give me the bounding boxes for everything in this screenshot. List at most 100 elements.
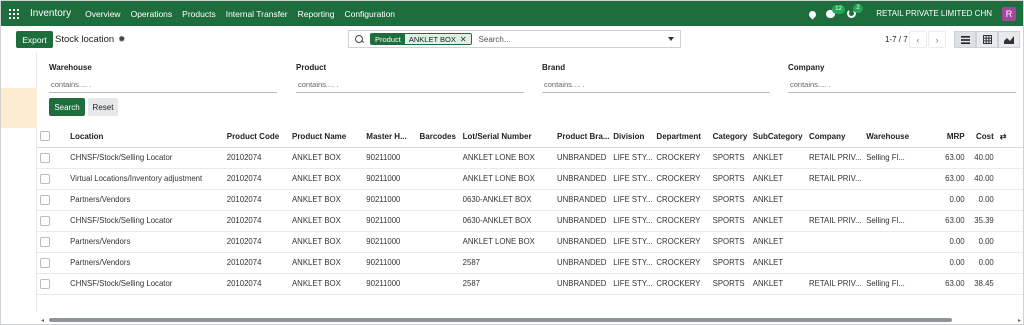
col-mrp[interactable]: MRP	[919, 126, 968, 148]
scroll-left-icon[interactable]: ◂	[41, 317, 44, 324]
left-panel	[1, 53, 37, 312]
cell-location: Virtual Locations/Inventory adjustment	[67, 168, 224, 190]
export-button[interactable]: Export	[16, 31, 53, 48]
company-field[interactable]	[788, 77, 1016, 93]
search-input[interactable]	[478, 34, 629, 44]
cell-warehouse	[863, 252, 920, 274]
activity-badge: 2	[853, 4, 863, 13]
cell-mrp: 63.00	[919, 210, 968, 232]
col-product-code[interactable]: Product Code	[223, 126, 289, 148]
menu-internal-transfer[interactable]: Internal Transfer	[226, 9, 288, 19]
col-warehouse[interactable]: Warehouse	[863, 126, 920, 148]
facet-value: ANKLET BOX ✕	[404, 34, 471, 44]
cell-cost: 40.00	[967, 168, 997, 190]
row-checkbox[interactable]	[37, 147, 68, 169]
apps-menu-icon[interactable]	[9, 8, 19, 19]
select-all-checkbox[interactable]	[37, 126, 68, 148]
row-checkbox[interactable]	[37, 189, 68, 211]
menu-operations[interactable]: Operations	[131, 9, 173, 19]
app-name[interactable]: Inventory	[30, 8, 71, 19]
col-cost[interactable]: Cost	[967, 126, 997, 148]
warehouse-field[interactable]	[49, 77, 277, 93]
search-button[interactable]: Search	[49, 98, 85, 116]
col-barcodes[interactable]: Barcodes	[416, 126, 460, 148]
pivot-view-button[interactable]	[976, 31, 998, 48]
scroll-right-icon[interactable]: ▸	[1018, 317, 1021, 324]
close-icon[interactable]: ✕	[460, 35, 467, 44]
menu-configuration[interactable]: Configuration	[344, 9, 395, 19]
gear-icon[interactable]: ✹	[118, 34, 126, 45]
cell-lot-serial: ANKLET LONE BOX	[459, 168, 555, 190]
col-lot-serial[interactable]: Lot/Serial Number	[459, 126, 555, 148]
menu-products[interactable]: Products	[182, 9, 216, 19]
main-menu: Overview Operations Products Internal Tr…	[85, 9, 395, 19]
cell-master-hsn: 90211000	[363, 168, 417, 190]
table-row[interactable]: Partners/Vendors 20102074 ANKLET BOX 902110…	[37, 231, 1023, 253]
col-company[interactable]: Company	[806, 126, 864, 148]
menu-overview[interactable]: Overview	[85, 9, 120, 19]
scrollbar-thumb[interactable]	[49, 318, 952, 322]
search-icon[interactable]	[355, 34, 364, 44]
pager-previous-button[interactable]: ‹	[909, 31, 927, 48]
pager-value[interactable]: 1-7 / 7	[885, 35, 908, 44]
search-facet: Product ANKLET BOX ✕	[370, 33, 472, 45]
list-view-button[interactable]	[954, 31, 976, 48]
row-checkbox[interactable]	[37, 252, 68, 274]
horizontal-scrollbar[interactable]: ◂ ▸	[39, 317, 1023, 324]
cell-barcodes	[416, 273, 460, 295]
reset-button[interactable]: Reset	[88, 98, 118, 116]
chevron-down-icon[interactable]	[668, 37, 674, 41]
row-checkbox[interactable]	[37, 210, 68, 232]
row-checkbox[interactable]	[37, 273, 68, 295]
cell-department: CROCKERY	[653, 273, 710, 295]
col-category[interactable]: Category	[709, 126, 750, 148]
cell-category: SPORTS	[709, 210, 750, 232]
company-switcher[interactable]: RETAIL PRIVATE LIMITED CHN	[876, 9, 992, 18]
cell-master-hsn: 90211000	[363, 210, 417, 232]
col-division[interactable]: Division	[610, 126, 654, 148]
cell-product-code: 20102074	[223, 231, 289, 253]
user-avatar[interactable]: R	[1002, 6, 1016, 21]
activity-button[interactable]: 2	[847, 4, 863, 18]
cell-product-brand: UNBRANDED	[554, 147, 611, 169]
cell-lot-serial: ANKLET LONE BOX	[459, 147, 555, 169]
list-icon	[960, 35, 970, 44]
row-spacer	[996, 168, 1023, 190]
optional-columns-toggle[interactable]: ⇄	[996, 126, 1023, 148]
table-row[interactable]: Partners/Vendors 20102074 ANKLET BOX 902110…	[37, 252, 1023, 274]
col-product-name[interactable]: Product Name	[288, 126, 364, 148]
cell-warehouse: Selling Fl...	[863, 147, 920, 169]
table-row[interactable]: CHNSF/Stock/Selling Locator 20102074 ANKLE…	[37, 210, 1023, 232]
table-row[interactable]: CHNSF/Stock/Selling Locator 20102074 ANKLE…	[37, 147, 1023, 169]
cell-cost: 0.00	[967, 189, 997, 211]
cell-product-name: ANKLET BOX	[288, 252, 364, 274]
cell-subcategory: ANKLET	[749, 147, 807, 169]
brand-field[interactable]	[542, 77, 770, 93]
cell-lot-serial: ANKLET LONE BOX	[459, 231, 555, 253]
col-subcategory[interactable]: SubCategory	[749, 126, 807, 148]
row-checkbox[interactable]	[37, 231, 68, 253]
table-row[interactable]: CHNSF/Stock/Selling Locator 20102074 ANKLE…	[37, 273, 1023, 295]
product-field[interactable]	[296, 77, 524, 93]
col-department[interactable]: Department	[653, 126, 710, 148]
row-checkbox[interactable]	[37, 168, 68, 190]
cell-category: SPORTS	[709, 273, 750, 295]
col-product-brand[interactable]: Product Bra...	[554, 126, 611, 148]
cell-category: SPORTS	[709, 168, 750, 190]
cell-product-brand: UNBRANDED	[554, 168, 611, 190]
cell-cost: 40.00	[967, 147, 997, 169]
graph-view-button[interactable]	[998, 31, 1020, 48]
cell-master-hsn: 90211000	[363, 273, 417, 295]
col-location[interactable]: Location	[67, 126, 224, 148]
cell-category: SPORTS	[709, 231, 750, 253]
menu-reporting[interactable]: Reporting	[298, 9, 335, 19]
facet-value-text: ANKLET BOX	[408, 34, 456, 44]
pager-next-button[interactable]: ›	[928, 31, 946, 48]
table-row[interactable]: Virtual Locations/Inventory adjustment 20…	[37, 168, 1023, 190]
drop-icon[interactable]	[809, 9, 816, 18]
area-chart-icon	[1004, 35, 1014, 44]
col-master-hsn[interactable]: Master H...	[363, 126, 417, 148]
cell-master-hsn: 90211000	[363, 231, 417, 253]
table-row[interactable]: Partners/Vendors 20102074 ANKLET BOX 902110…	[37, 189, 1023, 211]
messages-button[interactable]: 12	[826, 4, 845, 18]
